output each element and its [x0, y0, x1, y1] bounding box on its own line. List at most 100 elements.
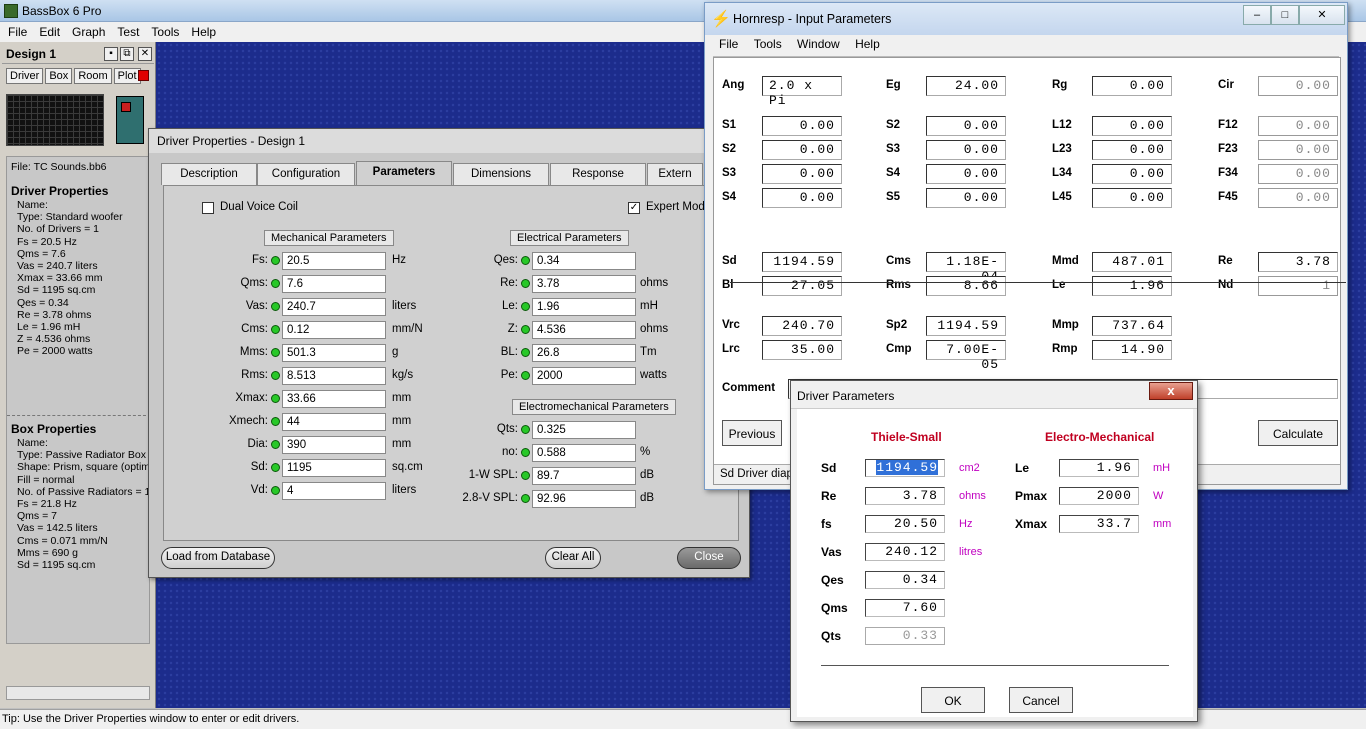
hr-param-field[interactable]: 2.0 x Pi: [762, 76, 842, 108]
hr-param-field[interactable]: 8.66: [926, 276, 1006, 296]
ts-field[interactable]: 1194.59: [865, 459, 945, 477]
hr-param-field[interactable]: 737.64: [1092, 316, 1172, 336]
hr-param-field[interactable]: 27.05: [762, 276, 842, 296]
param-field[interactable]: 3.78: [532, 275, 636, 293]
hr-param-field[interactable]: 24.00: [926, 76, 1006, 96]
hr-menu-window[interactable]: Window: [791, 34, 846, 54]
hr-param-field[interactable]: 0.00: [1092, 140, 1172, 160]
hr-param-field[interactable]: 0.00: [762, 116, 842, 136]
em-field[interactable]: 1.96: [1059, 459, 1139, 477]
cancel-button[interactable]: Cancel: [1009, 687, 1073, 713]
param-field[interactable]: 8.513: [282, 367, 386, 385]
maximize-icon[interactable]: □: [1271, 5, 1299, 25]
copy-icon[interactable]: ⧉: [120, 47, 134, 61]
hr-menu-tools[interactable]: Tools: [748, 34, 788, 54]
close-button[interactable]: Close: [677, 547, 741, 569]
clear-all-button[interactable]: Clear All: [545, 547, 601, 569]
menu-graph[interactable]: Graph: [66, 22, 111, 42]
param-field[interactable]: 240.7: [282, 298, 386, 316]
menu-help[interactable]: Help: [185, 22, 222, 42]
param-field[interactable]: 4: [282, 482, 386, 500]
hr-menu-file[interactable]: File: [713, 34, 744, 54]
previous-button[interactable]: Previous: [722, 420, 782, 446]
hr-param-field[interactable]: 0.00: [1258, 76, 1338, 96]
hr-param-field[interactable]: 1194.59: [762, 252, 842, 272]
graph-thumbnail[interactable]: [6, 94, 104, 146]
ts-field[interactable]: 240.12: [865, 543, 945, 561]
hr-param-field[interactable]: 0.00: [926, 164, 1006, 184]
ts-field[interactable]: 0.34: [865, 571, 945, 589]
tab-configuration[interactable]: Configuration: [257, 163, 355, 185]
param-field[interactable]: 33.66: [282, 390, 386, 408]
close-icon[interactable]: ✕: [138, 47, 152, 61]
close-icon[interactable]: ✕: [1299, 5, 1345, 25]
param-field[interactable]: 2000: [532, 367, 636, 385]
expert-mode-checkbox[interactable]: ✓: [628, 202, 640, 214]
param-field[interactable]: 44: [282, 413, 386, 431]
hr-param-field[interactable]: 0.00: [926, 116, 1006, 136]
tab-dimensions[interactable]: Dimensions: [453, 163, 549, 185]
hr-param-field[interactable]: 0.00: [762, 188, 842, 208]
load-from-database-button[interactable]: Load from Database: [161, 547, 275, 569]
hr-param-field[interactable]: 0.00: [1092, 164, 1172, 184]
param-field[interactable]: 390: [282, 436, 386, 454]
hr-param-field[interactable]: 0.00: [1258, 188, 1338, 208]
hr-param-field[interactable]: 0.00: [762, 164, 842, 184]
param-field[interactable]: 0.12: [282, 321, 386, 339]
tab-driver[interactable]: Driver: [6, 68, 44, 84]
tab-parameters[interactable]: Parameters: [356, 161, 452, 186]
hr-param-field[interactable]: 7.00E-05: [926, 340, 1006, 372]
param-field[interactable]: 20.5: [282, 252, 386, 270]
param-field[interactable]: 1.96: [532, 298, 636, 316]
tab-external[interactable]: Extern: [647, 163, 703, 185]
hr-param-field[interactable]: 0.00: [1258, 116, 1338, 136]
hr-param-field[interactable]: 0.00: [926, 188, 1006, 208]
hr-param-field[interactable]: 487.01: [1092, 252, 1172, 272]
param-field[interactable]: 26.8: [532, 344, 636, 362]
param-field[interactable]: 4.536: [532, 321, 636, 339]
menu-edit[interactable]: Edit: [33, 22, 66, 42]
tab-description[interactable]: Description: [161, 163, 257, 185]
param-field[interactable]: 501.3: [282, 344, 386, 362]
menu-tools[interactable]: Tools: [145, 22, 185, 42]
dual-voice-coil-checkbox[interactable]: [202, 202, 214, 214]
save-icon[interactable]: ▪: [104, 47, 118, 61]
param-field[interactable]: 1195: [282, 459, 386, 477]
hr-param-field[interactable]: 1194.59: [926, 316, 1006, 336]
hr-param-field[interactable]: 240.70: [762, 316, 842, 336]
close-icon[interactable]: x: [1149, 382, 1193, 400]
tab-response[interactable]: Response: [550, 163, 646, 185]
hr-param-field[interactable]: 0.00: [926, 140, 1006, 160]
ts-field[interactable]: 7.60: [865, 599, 945, 617]
tab-box[interactable]: Box: [45, 68, 73, 84]
hr-param-field[interactable]: 0.00: [762, 140, 842, 160]
ts-field[interactable]: 0.33: [865, 627, 945, 645]
ts-field[interactable]: 20.50: [865, 515, 945, 533]
tab-room[interactable]: Room: [74, 68, 112, 84]
tab-plot[interactable]: Plot: [113, 68, 141, 84]
hr-param-field[interactable]: 0.00: [1092, 188, 1172, 208]
em-field[interactable]: 33.7: [1059, 515, 1139, 533]
menu-file[interactable]: File: [2, 22, 33, 42]
param-field[interactable]: 7.6: [282, 275, 386, 293]
hr-param-field[interactable]: 14.90: [1092, 340, 1172, 360]
hr-param-field[interactable]: 1.96: [1092, 276, 1172, 296]
hr-param-field[interactable]: 1: [1258, 276, 1338, 296]
ts-field[interactable]: 3.78: [865, 487, 945, 505]
hr-param-field[interactable]: 0.00: [1258, 164, 1338, 184]
hr-param-field[interactable]: 0.00: [1092, 116, 1172, 136]
param-field[interactable]: 0.34: [532, 252, 636, 270]
hr-param-field[interactable]: 35.00: [762, 340, 842, 360]
hr-param-field[interactable]: 1.18E-04: [926, 252, 1006, 284]
param-field[interactable]: 89.7: [532, 467, 636, 485]
hr-param-field[interactable]: 0.00: [1258, 140, 1338, 160]
menu-test[interactable]: Test: [111, 22, 145, 42]
hr-param-field[interactable]: 3.78: [1258, 252, 1338, 272]
ok-button[interactable]: OK: [921, 687, 985, 713]
param-field[interactable]: 92.96: [532, 490, 636, 508]
minimize-icon[interactable]: –: [1243, 5, 1271, 25]
param-field[interactable]: 0.325: [532, 421, 636, 439]
horizontal-scrollbar[interactable]: [6, 686, 150, 700]
param-field[interactable]: 0.588: [532, 444, 636, 462]
calculate-button[interactable]: Calculate: [1258, 420, 1338, 446]
